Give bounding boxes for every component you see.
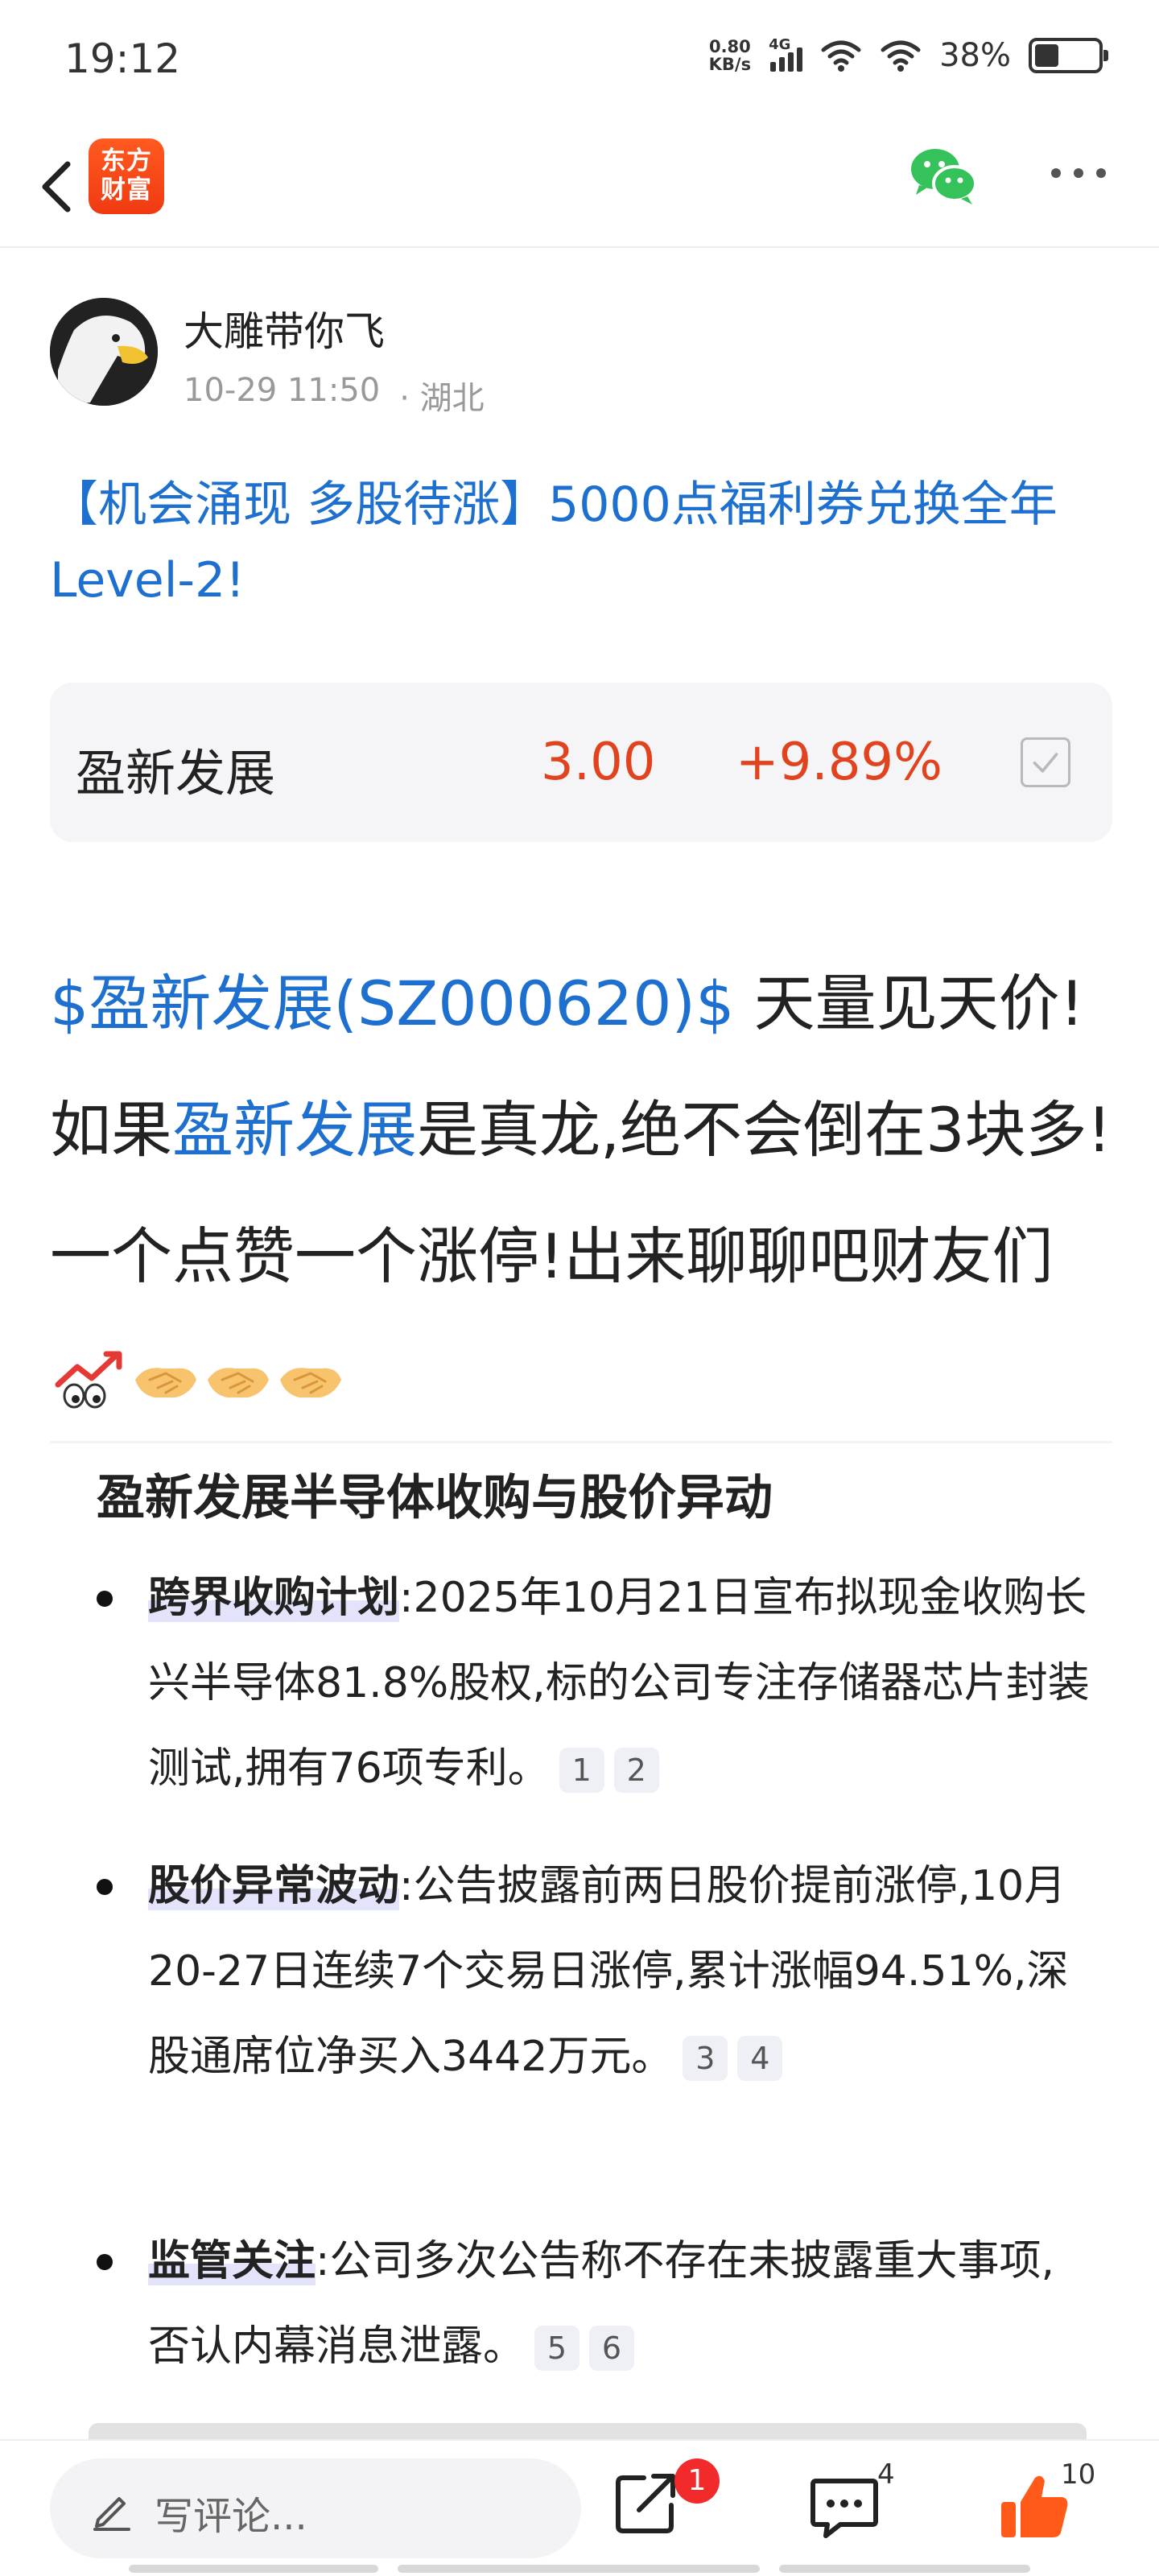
bullet-dot <box>97 2254 113 2270</box>
author-name[interactable]: 大雕带你飞 <box>184 299 385 357</box>
gesture-indicator <box>779 2565 1030 2573</box>
stock-tag-link[interactable]: $盈新发展(SZ000620)$ <box>50 968 734 1039</box>
summary-item-heading: 股价异常波动 <box>148 1862 400 1910</box>
reference-link[interactable]: 5 <box>534 2326 580 2371</box>
reference-link[interactable]: 6 <box>589 2326 635 2371</box>
battery-percent: 38% <box>939 37 1011 74</box>
app-logo-line1: 东方 <box>101 147 152 175</box>
network-type-label: 4G <box>769 36 791 53</box>
post-location: · 湖北 <box>399 380 485 417</box>
network-speed-unit: KB/s <box>708 55 752 74</box>
post-datetime: 10-29 11:50 <box>184 372 381 409</box>
comment-input[interactable]: 写评论... <box>50 2458 581 2558</box>
wifi-icon <box>821 40 861 72</box>
stock-change-percent: +9.89% <box>736 733 942 792</box>
share-badge: 1 <box>674 2458 720 2504</box>
network-speed: 0.80 KB/s <box>709 38 751 73</box>
share-icon[interactable] <box>612 2468 681 2537</box>
app-logo-line2: 财富 <box>101 175 152 204</box>
comment-icon[interactable] <box>808 2471 881 2544</box>
pencil-icon <box>93 2497 130 2531</box>
summary-item: 监管关注:公司多次公告称不存在未披露重大事项,否认内幕消息泄露。 5 6 <box>97 2219 1095 2389</box>
network-speed-value: 0.80 <box>708 37 751 56</box>
stock-quote-card[interactable]: 盈新发展 3.00 +9.89% <box>50 683 1112 842</box>
gesture-indicator <box>398 2565 760 2573</box>
bullet-dot <box>97 1591 113 1607</box>
handshake-emoji-icon <box>280 1368 341 1397</box>
wechat-share-icon[interactable] <box>908 138 980 211</box>
top-nav-bar: 东方 财富 <box>0 121 1159 248</box>
more-options-icon[interactable] <box>1046 157 1111 189</box>
status-bar: 19:12 0.80 KB/s 4G 38% <box>0 0 1159 121</box>
back-arrow-icon[interactable] <box>24 137 89 233</box>
thumbs-up-icon[interactable] <box>998 2470 1070 2542</box>
stock-name: 盈新发展 <box>76 744 276 803</box>
bullet-dot <box>97 1879 113 1895</box>
summary-item: 跨界收购计划:2025年10月21日宣布拟现金收购长兴半导体81.8%股权,标的… <box>97 1555 1095 1811</box>
app-logo[interactable]: 东方 财富 <box>89 138 164 214</box>
summary-item-heading: 跨界收购计划 <box>148 1574 400 1622</box>
like-count: 10 <box>1061 2458 1096 2491</box>
summary-item: 股价异常波动:公告披露前两日股价提前涨停,10月20-27日连续7个交易日涨停,… <box>97 1843 1095 2099</box>
post-body: $盈新发展(SZ000620)$ 天量见天价!如果盈新发展是真龙,绝不会倒在3块… <box>50 940 1120 1446</box>
author-avatar[interactable] <box>50 298 158 406</box>
battery-level <box>1035 44 1058 67</box>
cellular-signal-icon: 4G <box>769 36 803 72</box>
eagle-avatar-icon <box>50 298 158 406</box>
stock-price: 3.00 <box>541 733 656 792</box>
summary-title: 盈新发展半导体收购与股价异动 <box>97 1470 773 1526</box>
chart-eyes-emoji-icon <box>55 1351 122 1409</box>
reference-link[interactable]: 4 <box>737 2036 783 2081</box>
gesture-indicator <box>129 2565 378 2573</box>
handshake-emoji-icon <box>208 1368 269 1397</box>
comment-placeholder: 写评论... <box>155 2494 307 2539</box>
stock-name-link[interactable]: 盈新发展 <box>172 1094 417 1166</box>
status-time: 19:12 <box>64 35 181 82</box>
battery-icon <box>1029 38 1108 73</box>
post-meta: 10-29 11:50 · 湖北 <box>184 372 485 419</box>
handshake-emoji-icon <box>135 1368 196 1397</box>
bottom-action-bar: 写评论... 1 4 10 <box>0 2439 1159 2576</box>
status-indicators: 0.80 KB/s 4G 38% <box>709 36 1108 74</box>
comment-count: 4 <box>877 2458 895 2491</box>
reference-link[interactable]: 2 <box>613 1748 659 1793</box>
add-watchlist-checkbox-icon[interactable] <box>1021 737 1070 787</box>
summary-item-heading: 监管关注 <box>148 2237 316 2285</box>
wifi-icon <box>881 40 921 72</box>
reference-link[interactable]: 3 <box>683 2036 728 2081</box>
reference-link[interactable]: 1 <box>559 1748 604 1793</box>
post-title[interactable]: 【机会涌现 多股待涨】5000点福利券兑换全年Level-2! <box>50 467 1112 618</box>
